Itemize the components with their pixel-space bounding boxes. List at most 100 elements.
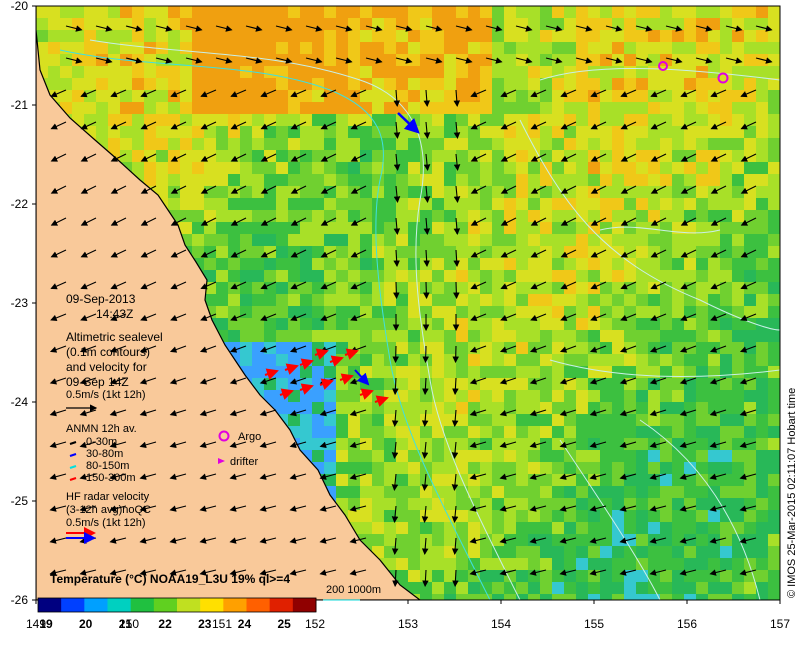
sst-cell <box>444 222 456 234</box>
sst-cell <box>276 150 288 162</box>
sst-cell <box>336 366 348 378</box>
sst-cell <box>48 78 60 90</box>
sst-cell <box>588 342 600 354</box>
sst-cell <box>768 378 780 390</box>
sst-cell <box>336 186 348 198</box>
sst-cell <box>672 402 684 414</box>
sst-cell <box>576 102 588 114</box>
sst-cell <box>300 402 312 414</box>
sst-cell <box>768 570 780 582</box>
sst-cell <box>552 234 564 246</box>
sst-cell <box>288 282 300 294</box>
sst-cell <box>708 450 720 462</box>
sst-cell <box>684 186 696 198</box>
sst-cell <box>672 438 684 450</box>
sst-cell <box>480 234 492 246</box>
sst-cell <box>540 546 552 558</box>
sst-cell <box>540 390 552 402</box>
sst-cell <box>516 306 528 318</box>
sst-cell <box>468 234 480 246</box>
sst-cell <box>696 414 708 426</box>
sst-cell <box>444 78 456 90</box>
sst-cell <box>240 258 252 270</box>
sst-cell <box>480 102 492 114</box>
sst-cell <box>324 390 336 402</box>
sst-cell <box>756 246 768 258</box>
sst-cell <box>60 18 72 30</box>
sst-cell <box>144 162 156 174</box>
sst-cell <box>732 42 744 54</box>
sst-cell <box>288 174 300 186</box>
lon-tick-label: 156 <box>677 617 697 631</box>
sst-cell <box>444 54 456 66</box>
sst-cell <box>264 150 276 162</box>
sst-cell <box>228 258 240 270</box>
sst-cell <box>408 258 420 270</box>
sst-cell <box>732 66 744 78</box>
sst-cell <box>588 354 600 366</box>
sst-cell <box>576 390 588 402</box>
sst-cell <box>708 342 720 354</box>
sst-cell <box>732 138 744 150</box>
sst-cell <box>108 114 120 126</box>
sst-cell <box>612 258 624 270</box>
sst-cell <box>360 66 372 78</box>
sst-cell <box>228 42 240 54</box>
sst-cell <box>336 270 348 282</box>
sst-cell <box>120 138 132 150</box>
sst-cell <box>408 270 420 282</box>
sst-cell <box>756 66 768 78</box>
sst-cell <box>144 18 156 30</box>
sst-cell <box>216 258 228 270</box>
sst-cell <box>336 246 348 258</box>
sst-cell <box>444 30 456 42</box>
sst-cell <box>768 66 780 78</box>
sst-cell <box>732 210 744 222</box>
sst-cell <box>324 162 336 174</box>
sst-cell <box>576 426 588 438</box>
sst-cell <box>144 54 156 66</box>
sst-cell <box>624 462 636 474</box>
sst-cell <box>252 102 264 114</box>
sst-cell <box>576 522 588 534</box>
altimetry-line-2: (0.1m contours) <box>66 345 150 359</box>
sst-cell <box>744 462 756 474</box>
sst-cell <box>564 450 576 462</box>
sst-cell <box>744 150 756 162</box>
sst-cell <box>516 318 528 330</box>
sst-cell <box>732 558 744 570</box>
sst-cell <box>696 162 708 174</box>
sst-cell <box>552 534 564 546</box>
sst-cell <box>528 30 540 42</box>
sst-cell <box>720 462 732 474</box>
sst-cell <box>312 186 324 198</box>
sst-cell <box>600 66 612 78</box>
sst-cell <box>276 342 288 354</box>
sst-cell <box>156 150 168 162</box>
sst-cell <box>288 6 300 18</box>
sst-cell <box>576 486 588 498</box>
sst-cell <box>732 366 744 378</box>
sst-cell <box>456 558 468 570</box>
sst-cell <box>708 18 720 30</box>
sst-cell <box>516 246 528 258</box>
sst-cell <box>228 102 240 114</box>
lat-tick-label: -25 <box>11 494 29 508</box>
sst-cell <box>708 354 720 366</box>
sst-cell <box>216 270 228 282</box>
sst-cell <box>408 66 420 78</box>
sst-cell <box>516 474 528 486</box>
sst-cell <box>684 102 696 114</box>
sst-cell <box>192 138 204 150</box>
sst-map-svg: -20-21-22-23-24-25-26 149150151152153154… <box>0 0 800 640</box>
sst-cell <box>744 30 756 42</box>
sst-cell <box>516 186 528 198</box>
sst-cell <box>504 222 516 234</box>
sst-cell <box>528 522 540 534</box>
sst-cell <box>204 186 216 198</box>
sst-cell <box>300 222 312 234</box>
sst-cell <box>720 30 732 42</box>
sst-cell <box>468 366 480 378</box>
sst-cell <box>720 402 732 414</box>
sst-cell <box>228 210 240 222</box>
